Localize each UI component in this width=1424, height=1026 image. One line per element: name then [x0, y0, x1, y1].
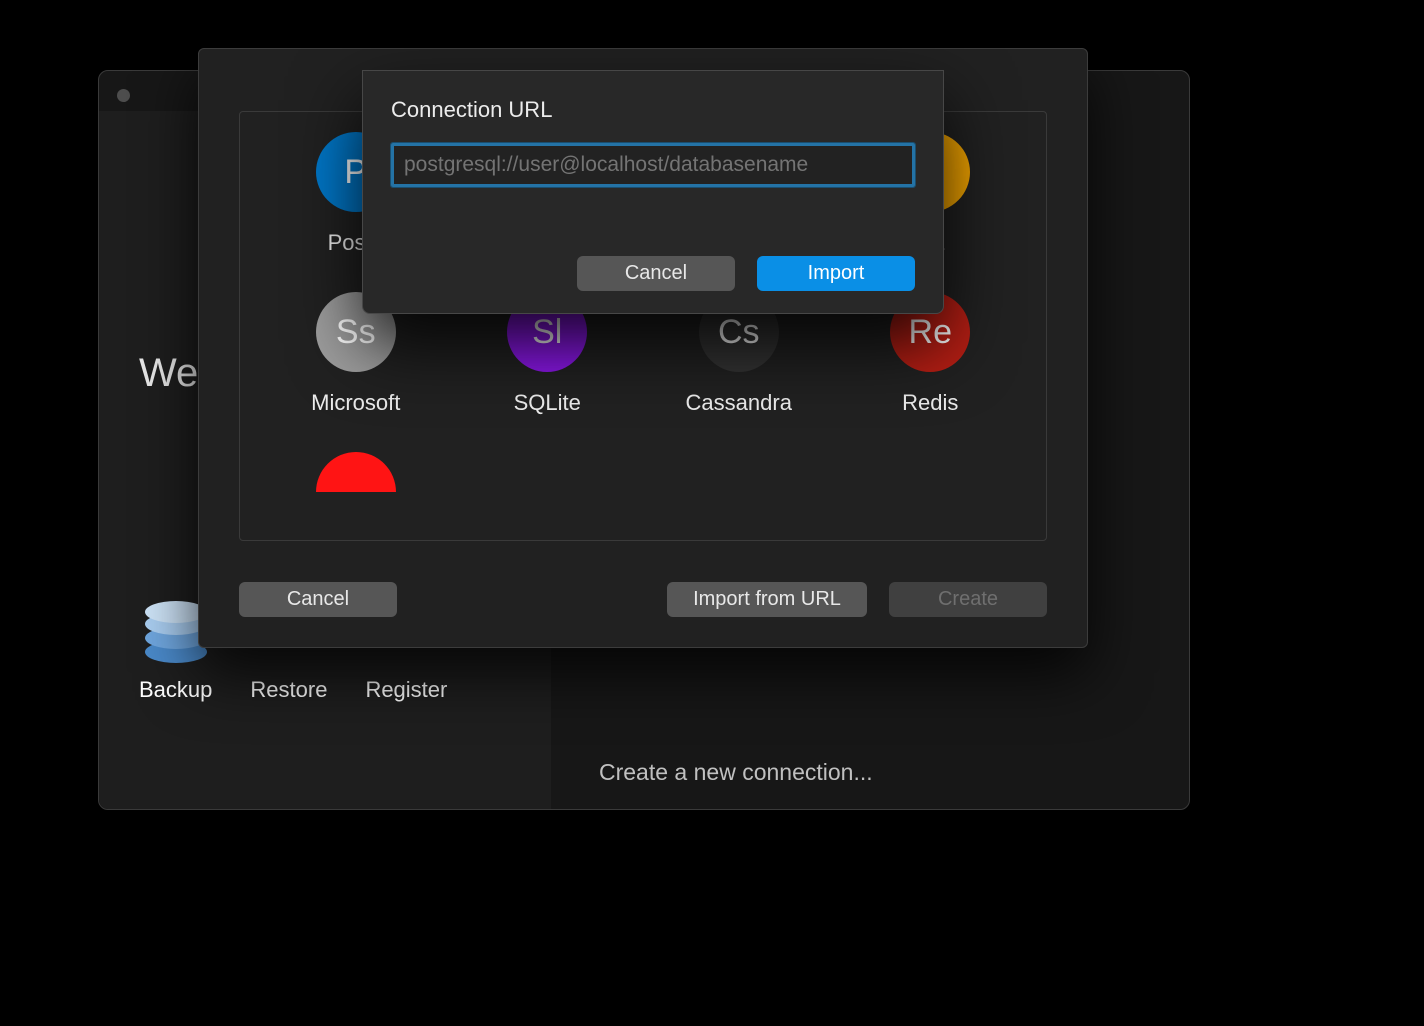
database-label: Microsoft — [311, 390, 400, 416]
database-icon — [316, 452, 396, 492]
restore-action[interactable]: Restore — [250, 677, 327, 703]
connection-url-title: Connection URL — [391, 97, 915, 123]
restore-label: Restore — [250, 677, 327, 703]
connection-url-modal: Connection URL Cancel Import — [362, 70, 944, 314]
url-modal-button-row: Cancel Import — [391, 256, 915, 291]
database-label: SQLite — [514, 390, 581, 416]
picker-cancel-button[interactable]: Cancel — [239, 582, 397, 617]
database-option[interactable] — [260, 452, 452, 492]
picker-button-row: Cancel Import from URL Create — [239, 582, 1047, 617]
register-action[interactable]: Register — [365, 677, 447, 703]
register-label: Register — [365, 677, 447, 703]
database-label: Cassandra — [686, 390, 792, 416]
url-modal-import-button[interactable]: Import — [757, 256, 915, 291]
connection-url-input[interactable] — [391, 143, 915, 187]
create-connection-hint: Create a new connection... — [599, 759, 873, 786]
url-modal-cancel-button[interactable]: Cancel — [577, 256, 735, 291]
database-label: Redis — [902, 390, 958, 416]
welcome-heading: We — [139, 351, 198, 396]
traffic-light-close[interactable] — [117, 89, 130, 102]
import-from-url-button[interactable]: Import from URL — [667, 582, 867, 617]
backup-label: Backup — [139, 677, 212, 703]
create-button[interactable]: Create — [889, 582, 1047, 617]
